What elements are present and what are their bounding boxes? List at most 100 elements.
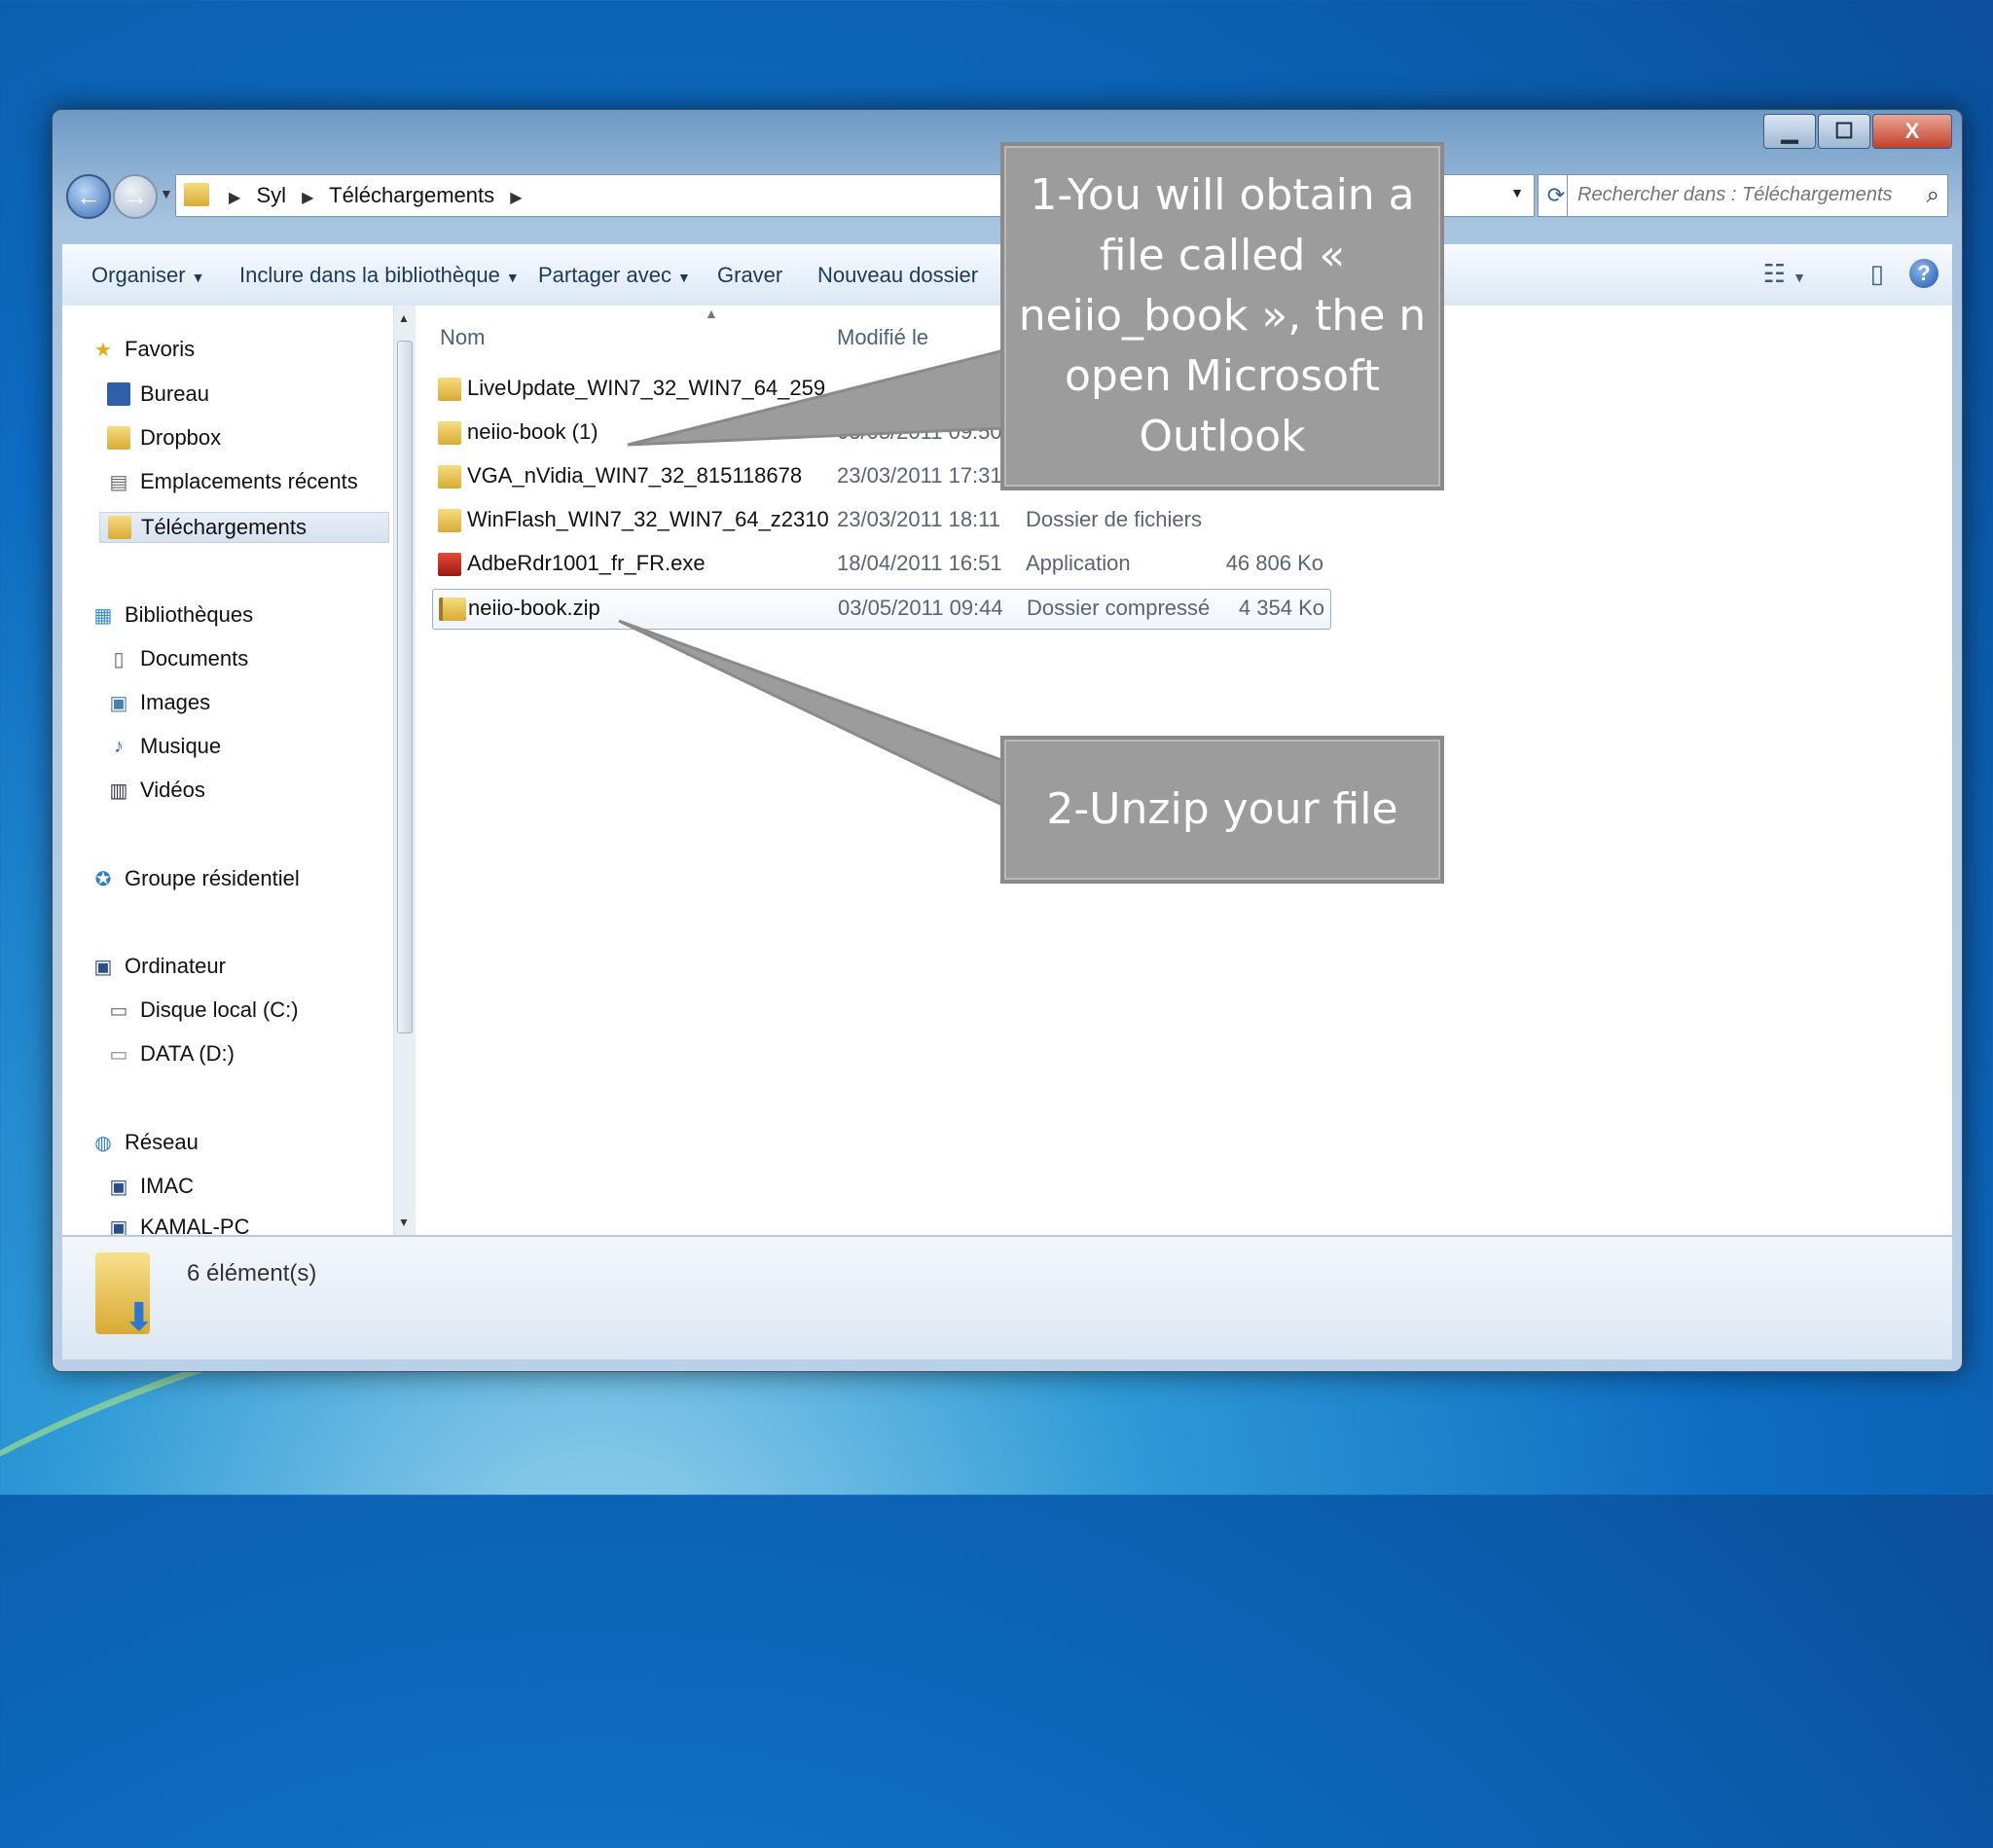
back-button[interactable]: ← bbox=[66, 174, 111, 219]
sidebar-item-label: DATA (D:) bbox=[140, 1041, 235, 1066]
folder-icon bbox=[438, 421, 461, 445]
folder-icon bbox=[438, 378, 461, 401]
breadcrumb-chevron-icon[interactable]: ▶ bbox=[510, 190, 522, 206]
sidebar-item-disk-d[interactable]: ▭ DATA (D:) bbox=[107, 1041, 235, 1067]
organise-button[interactable]: Organiser ▼ bbox=[91, 263, 204, 288]
downloads-folder-icon bbox=[108, 516, 131, 539]
file-row-selected[interactable]: neiio-book.zip 03/05/2011 09:44 Dossier … bbox=[432, 589, 1331, 630]
sidebar-libraries[interactable]: ▦ Bibliothèques bbox=[91, 602, 254, 628]
file-name: neiio-book.zip bbox=[468, 596, 600, 620]
navigation-scrollbar[interactable]: ▲ ▼ bbox=[393, 306, 416, 1235]
maximize-button[interactable]: ☐ bbox=[1818, 114, 1870, 149]
search-box[interactable]: ⌕ bbox=[1567, 174, 1948, 217]
address-dropdown-icon[interactable]: ▼ bbox=[1510, 185, 1524, 200]
arrow-right-icon: → bbox=[123, 181, 148, 211]
sort-indicator-icon: ▲ bbox=[705, 306, 718, 321]
sidebar-item-images[interactable]: ▣ Images bbox=[107, 690, 211, 715]
item-count: 6 élément(s) bbox=[187, 1260, 317, 1286]
chevron-down-icon: ▼ bbox=[505, 270, 520, 285]
sidebar-item-downloads[interactable]: Téléchargements bbox=[99, 512, 389, 543]
sidebar-favorites-label: Favoris bbox=[125, 337, 196, 361]
breadcrumb-chevron-icon[interactable]: ▶ bbox=[302, 190, 313, 206]
file-name: VGA_nVidia_WIN7_32_815118678 bbox=[467, 463, 803, 488]
refresh-icon: ⟳ bbox=[1546, 183, 1566, 207]
share-with-button[interactable]: Partager avec ▼ bbox=[538, 263, 691, 288]
computer-icon: ▣ bbox=[93, 956, 113, 978]
breadcrumb: ▶ Syl ▶ Téléchargements ▶ bbox=[219, 183, 532, 208]
file-row[interactable]: WinFlash_WIN7_32_WIN7_64_z2310 23/03/201… bbox=[432, 501, 1329, 540]
sidebar-item-bureau[interactable]: Bureau bbox=[107, 381, 209, 407]
breadcrumb-chevron-icon[interactable]: ▶ bbox=[229, 190, 240, 206]
file-name: AdbeRdr1001_fr_FR.exe bbox=[467, 551, 706, 575]
breadcrumb-telechargements[interactable]: Téléchargements bbox=[329, 183, 494, 207]
help-icon[interactable]: ? bbox=[1909, 259, 1939, 288]
sidebar-item-documents[interactable]: ▯ Documents bbox=[107, 646, 248, 671]
sidebar-item-disk-c[interactable]: ▭ Disque local (C:) bbox=[107, 997, 299, 1023]
file-size: 4 354 Ko bbox=[1238, 596, 1324, 620]
homegroup-icon: ✪ bbox=[94, 868, 112, 890]
file-row[interactable]: AdbeRdr1001_fr_FR.exe 18/04/2011 16:51 A… bbox=[432, 545, 1329, 584]
scroll-down-icon[interactable]: ▼ bbox=[398, 1215, 410, 1229]
burn-button[interactable]: Graver bbox=[717, 263, 782, 288]
scrollbar-thumb[interactable] bbox=[397, 341, 413, 1033]
file-type: Dossier de fichiers bbox=[1026, 507, 1202, 531]
sidebar-item-recent-places[interactable]: ▤ Emplacements récents bbox=[107, 469, 358, 494]
navigation-pane: ★ Favoris Bureau Dropbox ▤ Emplacements ré… bbox=[62, 306, 393, 1235]
computer-icon: ▣ bbox=[109, 1216, 128, 1236]
hard-drive-icon: ▭ bbox=[109, 1043, 128, 1066]
folder-icon bbox=[438, 465, 461, 489]
computer-icon: ▣ bbox=[109, 1176, 128, 1198]
document-icon: ▯ bbox=[113, 648, 125, 670]
sidebar-computer[interactable]: ▣ Ordinateur bbox=[91, 954, 226, 979]
callout-step-1: 1-You will obtain a file called « neiio_… bbox=[1000, 142, 1444, 490]
file-name: neiio-book (1) bbox=[467, 419, 598, 444]
sidebar-item-kamal-pc[interactable]: ▣ KAMAL-PC bbox=[107, 1214, 250, 1236]
sidebar-item-dropbox[interactable]: Dropbox bbox=[107, 425, 221, 451]
chevron-down-icon: ▼ bbox=[191, 270, 205, 285]
sidebar-item-label: Téléchargements bbox=[141, 515, 307, 539]
sidebar-favorites[interactable]: ★ Favoris bbox=[91, 337, 195, 362]
file-date: 23/03/2011 18:11 bbox=[837, 507, 1001, 531]
sidebar-item-videos[interactable]: ▥ Vidéos bbox=[107, 778, 205, 803]
sidebar-homegroup[interactable]: ✪ Groupe résidentiel bbox=[91, 866, 300, 891]
search-icon[interactable]: ⌕ bbox=[1927, 182, 1939, 209]
column-header-modified[interactable]: Modifié le bbox=[837, 325, 928, 350]
minimize-button[interactable]: ▁ bbox=[1763, 114, 1816, 149]
new-folder-button[interactable]: Nouveau dossier bbox=[817, 263, 978, 288]
recent-pages-dropdown[interactable]: ▼ bbox=[160, 186, 173, 201]
sidebar-item-label: Bureau bbox=[140, 381, 209, 406]
sidebar-item-label: KAMAL-PC bbox=[140, 1214, 250, 1235]
view-options-icon[interactable]: ☷ ▼ bbox=[1763, 259, 1806, 289]
sidebar-item-label: Images bbox=[140, 690, 211, 714]
film-icon: ▥ bbox=[109, 779, 128, 802]
star-icon: ★ bbox=[94, 339, 112, 361]
sidebar-item-label: IMAC bbox=[140, 1174, 194, 1198]
file-name: WinFlash_WIN7_32_WIN7_64_z2310 bbox=[467, 507, 829, 531]
caption-buttons: ▁ ☐ X bbox=[1761, 114, 1952, 149]
file-date: 23/03/2011 17:31 bbox=[837, 463, 1002, 488]
callout-step-2-text: 2-Unzip your file bbox=[1046, 784, 1398, 834]
image-icon: ▣ bbox=[109, 692, 128, 714]
forward-button[interactable]: → bbox=[113, 174, 158, 219]
sidebar-item-imac[interactable]: ▣ IMAC bbox=[107, 1174, 194, 1199]
search-input[interactable] bbox=[1576, 175, 1901, 214]
close-button[interactable]: X bbox=[1872, 114, 1952, 149]
details-pane: ⬇ 6 élément(s) bbox=[62, 1236, 1952, 1359]
callout-step-2: 2-Unzip your file bbox=[1000, 736, 1444, 884]
chevron-down-icon: ▼ bbox=[676, 270, 691, 285]
sidebar-item-music[interactable]: ♪ Musique bbox=[107, 734, 221, 759]
folder-icon bbox=[107, 426, 130, 450]
sidebar-network[interactable]: ◍ Réseau bbox=[91, 1130, 199, 1155]
file-size: 46 806 Ko bbox=[1225, 551, 1323, 575]
file-date: 18/04/2011 16:51 bbox=[837, 551, 1002, 575]
preview-pane-icon[interactable]: ▯ bbox=[1870, 259, 1884, 289]
file-type: Dossier compressé bbox=[1027, 596, 1211, 620]
column-header-name[interactable]: Nom bbox=[440, 325, 485, 350]
breadcrumb-syl[interactable]: Syl bbox=[256, 183, 286, 207]
library-icon: ▦ bbox=[93, 604, 113, 627]
download-arrow-icon: ⬇ bbox=[123, 1296, 156, 1339]
sidebar-homegroup-label: Groupe résidentiel bbox=[125, 866, 300, 890]
scroll-up-icon[interactable]: ▲ bbox=[398, 311, 410, 325]
include-library-button[interactable]: Inclure dans la bibliothèque ▼ bbox=[239, 263, 520, 288]
recent-places-icon: ▤ bbox=[109, 471, 128, 493]
